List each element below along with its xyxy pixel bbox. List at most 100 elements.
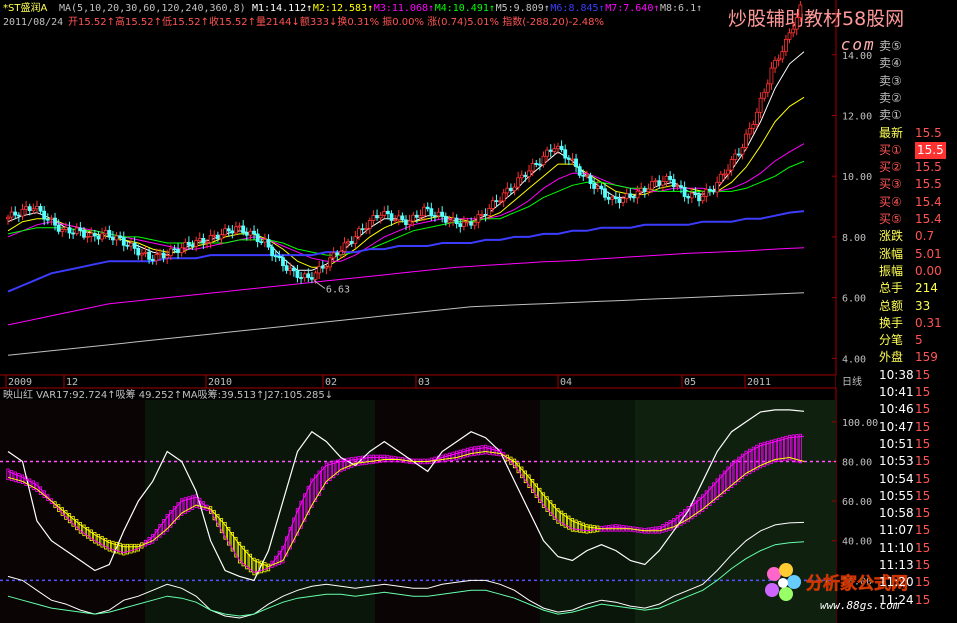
candle-up <box>624 193 629 199</box>
candle-up <box>103 230 108 235</box>
candle-up <box>527 170 531 177</box>
indicator-bg-c <box>540 400 635 623</box>
candle-down <box>244 232 249 236</box>
candle-down <box>682 186 687 197</box>
candle-down <box>78 227 83 231</box>
buy-3-value: 15.5 <box>915 177 942 192</box>
candle-up <box>552 148 557 152</box>
tick-14-value: 15 <box>915 592 931 607</box>
tick-3: 10:4615 <box>879 401 930 418</box>
candle-down <box>483 214 488 216</box>
candle-down <box>642 188 647 192</box>
candle-down <box>494 200 499 203</box>
stat-5-value: 33 <box>915 298 931 313</box>
candle-up <box>20 208 25 217</box>
candle-down <box>534 163 539 165</box>
candle-down <box>295 270 300 278</box>
tick-13-value: 15 <box>915 575 931 590</box>
candle-up <box>248 230 253 236</box>
candle-up <box>722 173 727 176</box>
candle-up <box>747 127 752 135</box>
candle-down <box>537 163 542 166</box>
indicator-panel: 映山红 VAR17:92.724↑吸筹 49.252↑MA吸筹:39.513↑J… <box>0 388 878 623</box>
candle-up <box>787 32 792 40</box>
candle-up <box>650 181 654 190</box>
tick-7: 10:5415 <box>879 471 930 488</box>
stat-1-value: 0.7 <box>915 229 935 244</box>
candle-up <box>675 185 680 188</box>
candle-down <box>349 241 354 244</box>
buy-3-label: 买③ <box>879 177 902 192</box>
candle-up <box>791 28 796 34</box>
candle-up <box>740 147 745 155</box>
time-tick-label: 2010 <box>208 377 232 388</box>
candle-down <box>548 149 553 152</box>
tick-14-label: 11:24 <box>879 592 914 607</box>
candle-up <box>512 186 517 192</box>
tick-3-value: 15 <box>915 402 931 417</box>
candle-up <box>751 124 756 129</box>
candle-up <box>371 215 376 221</box>
candle-down <box>215 234 220 240</box>
stat-6: 换手 0.31 <box>879 315 942 332</box>
price-panel-bg <box>0 30 836 375</box>
candle-up <box>194 240 199 247</box>
candle-down <box>187 241 191 246</box>
stat-6-value: 0.31 <box>915 315 942 330</box>
candle-up <box>31 208 36 212</box>
ma-value-2: M2:12.583↑ <box>313 3 373 14</box>
candle-down <box>711 189 716 193</box>
candle-up <box>63 227 68 230</box>
candle-down <box>13 211 18 216</box>
candle-up <box>60 229 65 232</box>
time-tick-label: 12 <box>66 377 78 388</box>
candle-up <box>498 200 502 203</box>
stat-7: 分笔 5 <box>879 332 923 349</box>
indicator-tick-label: 40.00 <box>842 537 872 548</box>
candle-down <box>190 244 195 247</box>
ma-value-3: M3:11.068↑ <box>374 3 434 14</box>
candle-up <box>357 228 361 238</box>
candle-up <box>451 217 455 221</box>
candle-up <box>100 233 104 240</box>
candle-up <box>461 221 466 227</box>
candle-down <box>201 237 206 244</box>
sell-2: 卖② <box>879 90 915 107</box>
candle-down <box>266 239 271 248</box>
sell-5-label: 卖⑤ <box>879 39 902 53</box>
sell-3: 卖③ <box>879 73 915 90</box>
candle-up <box>237 225 242 228</box>
indicator-tick-label: 100.00 <box>842 418 878 429</box>
indicator-tick-label: 60.00 <box>842 497 872 508</box>
candle-up <box>143 251 148 254</box>
tick-7-label: 10:54 <box>879 471 914 486</box>
candle-down <box>686 196 691 199</box>
candle-down <box>509 187 513 192</box>
tick-5-value: 15 <box>915 436 931 451</box>
tick-4-label: 10:47 <box>879 419 914 434</box>
candle-up <box>733 153 738 160</box>
candle-down <box>259 241 264 244</box>
candle-up <box>646 188 651 192</box>
stat-5: 总额 33 <box>879 298 930 315</box>
candle-down <box>125 244 130 247</box>
candle-up <box>6 216 10 220</box>
candle-up <box>422 206 426 217</box>
price-tick-label: 10.00 <box>842 172 872 183</box>
candle-down <box>56 224 61 232</box>
sell-4-label: 卖④ <box>879 56 902 71</box>
stat-2-value: 5.01 <box>915 246 942 261</box>
time-tick-label: 2011 <box>747 377 771 388</box>
candle-up <box>556 145 560 150</box>
candle-down <box>400 215 405 221</box>
time-axis: 2009 12 2010 02 03 04 05 2011 日线 <box>0 374 876 389</box>
candle-down <box>693 192 698 196</box>
ohlc-line: 开15.52↑高15.52↑低15.52↑收15.52↑量2144↓额333↓换… <box>68 15 604 28</box>
candle-down <box>299 277 303 279</box>
tick-8: 10:5515 <box>879 488 930 505</box>
sell-4: 卖④ <box>879 55 915 72</box>
tick-4: 10:4715 <box>879 419 930 436</box>
ma-values: M1:14.112↑ M2:12.583↑ M3:11.068↑ M4:10.491↑… <box>252 3 702 14</box>
candle-up <box>212 234 217 237</box>
ma-value-5: M5:9.809↑ <box>496 3 550 14</box>
